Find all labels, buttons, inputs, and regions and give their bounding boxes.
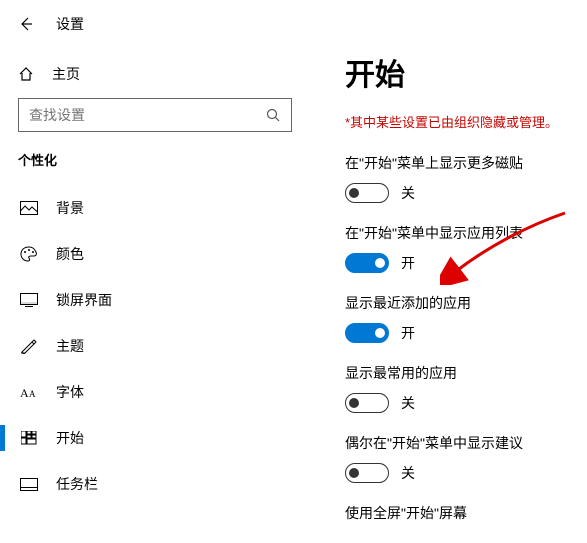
page-title: 开始 bbox=[345, 50, 577, 94]
sidebar-item-colors[interactable]: 颜色 bbox=[18, 231, 292, 277]
search-box[interactable] bbox=[18, 98, 292, 132]
toggle-recent-apps[interactable] bbox=[345, 323, 389, 343]
sidebar-item-lockscreen[interactable]: 锁屏界面 bbox=[18, 277, 292, 323]
toggle-suggestions[interactable] bbox=[345, 463, 389, 483]
picture-icon bbox=[20, 201, 38, 215]
setting-more-tiles: 在"开始"菜单上显示更多磁贴 关 bbox=[345, 153, 577, 203]
theme-icon bbox=[20, 338, 38, 354]
setting-app-list: 在"开始"菜单中显示应用列表 开 bbox=[345, 223, 577, 273]
sidebar: 主页 个性化 背景 颜色 锁屏界面 bbox=[0, 50, 310, 507]
setting-recent-apps: 显示最近添加的应用 开 bbox=[345, 293, 577, 343]
main-content: 开始 *其中某些设置已由组织隐藏或管理。 在"开始"菜单上显示更多磁贴 关 在"… bbox=[345, 50, 587, 543]
setting-label: 使用全屏"开始"屏幕 bbox=[345, 503, 577, 523]
svg-text:A: A bbox=[29, 389, 36, 399]
sidebar-item-label: 字体 bbox=[56, 382, 84, 402]
palette-icon bbox=[20, 246, 38, 262]
sidebar-section-title: 个性化 bbox=[18, 150, 292, 169]
start-icon bbox=[20, 431, 38, 445]
sidebar-item-label: 颜色 bbox=[56, 244, 84, 264]
toggle-state: 开 bbox=[401, 323, 415, 343]
setting-label: 偶尔在"开始"菜单中显示建议 bbox=[345, 433, 577, 453]
taskbar-icon bbox=[20, 478, 38, 491]
lockscreen-icon bbox=[20, 293, 38, 307]
sidebar-item-label: 背景 bbox=[56, 198, 84, 218]
setting-label: 在"开始"菜单中显示应用列表 bbox=[345, 223, 577, 243]
policy-notice: *其中某些设置已由组织隐藏或管理。 bbox=[345, 112, 577, 131]
sidebar-home[interactable]: 主页 bbox=[18, 58, 292, 98]
sidebar-home-label: 主页 bbox=[52, 64, 80, 84]
search-icon bbox=[265, 107, 281, 123]
sidebar-item-themes[interactable]: 主题 bbox=[18, 323, 292, 369]
sidebar-item-label: 锁屏界面 bbox=[56, 290, 112, 310]
setting-label: 显示最近添加的应用 bbox=[345, 293, 577, 313]
setting-label: 显示最常用的应用 bbox=[345, 363, 577, 383]
toggle-state: 关 bbox=[401, 463, 415, 483]
sidebar-item-taskbar[interactable]: 任务栏 bbox=[18, 461, 292, 507]
setting-label: 在"开始"菜单上显示更多磁贴 bbox=[345, 153, 577, 173]
toggle-state: 开 bbox=[401, 253, 415, 273]
back-icon[interactable] bbox=[18, 16, 34, 32]
toggle-state: 关 bbox=[401, 393, 415, 413]
sidebar-item-background[interactable]: 背景 bbox=[18, 185, 292, 231]
svg-text:A: A bbox=[20, 386, 29, 399]
setting-suggestions: 偶尔在"开始"菜单中显示建议 关 bbox=[345, 433, 577, 483]
setting-fullscreen-start: 使用全屏"开始"屏幕 bbox=[345, 503, 577, 523]
setting-most-used: 显示最常用的应用 关 bbox=[345, 363, 577, 413]
font-icon: AA bbox=[20, 385, 38, 399]
sidebar-nav: 背景 颜色 锁屏界面 主题 AA 字体 bbox=[18, 185, 292, 507]
window-title: 设置 bbox=[56, 14, 84, 34]
home-icon bbox=[18, 66, 34, 82]
toggle-most-used[interactable] bbox=[345, 393, 389, 413]
toggle-more-tiles[interactable] bbox=[345, 183, 389, 203]
toggle-app-list[interactable] bbox=[345, 253, 389, 273]
sidebar-item-label: 主题 bbox=[56, 336, 84, 356]
sidebar-item-fonts[interactable]: AA 字体 bbox=[18, 369, 292, 415]
search-input[interactable] bbox=[19, 99, 253, 131]
window-header: 设置 bbox=[0, 0, 587, 48]
sidebar-item-label: 开始 bbox=[56, 428, 84, 448]
toggle-state: 关 bbox=[401, 183, 415, 203]
sidebar-item-start[interactable]: 开始 bbox=[18, 415, 292, 461]
sidebar-item-label: 任务栏 bbox=[56, 474, 98, 494]
